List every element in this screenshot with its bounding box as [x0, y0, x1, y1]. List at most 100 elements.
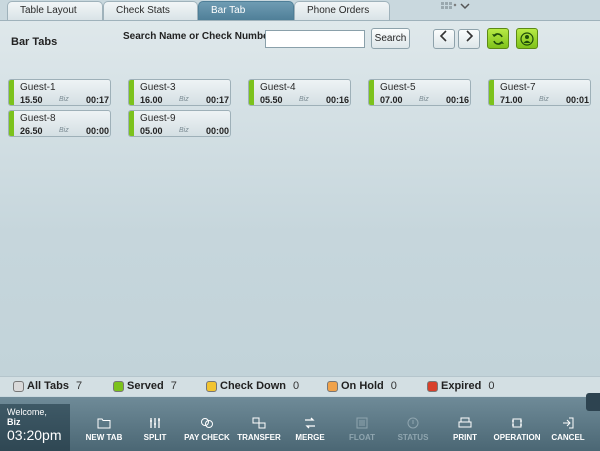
refresh-button[interactable] — [487, 28, 509, 49]
print-button[interactable]: PRINT — [437, 417, 493, 442]
legend-count: 0 — [488, 380, 495, 392]
tab-amount: 16.00 — [140, 95, 163, 105]
elapsed-time: 00:00 — [205, 126, 229, 136]
merge-button[interactable]: MERGE — [282, 417, 338, 442]
legend-count: 7 — [170, 380, 177, 392]
legend-label: Served — [127, 380, 164, 392]
legend-on-hold[interactable]: On Hold 0 — [327, 380, 397, 392]
guest-tab-card[interactable]: Guest-7 71.00 Biz 00:01 — [488, 79, 591, 106]
tab-check-stats[interactable]: Check Stats — [103, 1, 198, 20]
legend-label: Expired — [441, 380, 482, 392]
guest-tab-card[interactable]: Guest-5 07.00 Biz 00:16 — [368, 79, 471, 106]
legend-served[interactable]: Served 7 — [113, 380, 177, 392]
server-name: Biz — [59, 127, 69, 134]
button-label: PAY CHECK — [184, 433, 230, 442]
exit-icon — [563, 417, 574, 429]
welcome-panel: Welcome, Biz 03:20pm — [0, 404, 70, 451]
status-legend: All Tabs 7 Served 7 Check Down 0 On Hold… — [0, 376, 600, 396]
guest-tab-card[interactable]: Guest-4 05.50 Biz 00:16 — [248, 79, 351, 106]
legend-check-down[interactable]: Check Down 0 — [206, 380, 299, 392]
new-tab-button[interactable]: NEW TAB — [76, 417, 132, 442]
status-indicator — [369, 80, 374, 105]
legend-count: 0 — [390, 380, 397, 392]
elapsed-time: 00:17 — [85, 95, 109, 105]
server-name: Biz — [59, 96, 69, 103]
tab-bar-tab[interactable]: Bar Tab — [198, 1, 294, 20]
status-swatch — [13, 380, 24, 392]
tab-amount: 05.00 — [140, 126, 163, 136]
status-indicator — [489, 80, 494, 105]
tab-amount: 71.00 — [500, 95, 523, 105]
guest-tab-card[interactable]: Guest-1 15.50 Biz 00:17 — [8, 79, 111, 106]
next-page-button[interactable] — [458, 29, 480, 49]
elapsed-time: 00:17 — [205, 95, 229, 105]
coins-icon — [201, 418, 213, 428]
legend-expired[interactable]: Expired 0 — [427, 380, 494, 392]
status-indicator — [129, 80, 134, 105]
split-button[interactable]: SPLIT — [127, 417, 183, 442]
refresh-icon — [492, 32, 504, 45]
operation-icon — [512, 418, 522, 428]
split-icon — [150, 418, 160, 428]
chevron-right-icon — [466, 30, 474, 42]
status-indicator — [9, 111, 14, 136]
status-icon — [407, 417, 419, 429]
chevron-left-icon — [439, 30, 447, 42]
elapsed-time: 00:16 — [325, 95, 349, 105]
guest-name: Guest-4 — [260, 82, 296, 93]
button-label: MERGE — [295, 433, 325, 442]
tab-amount: 15.50 — [20, 95, 43, 105]
status-swatch — [427, 380, 438, 392]
legend-label: Check Down — [220, 380, 287, 392]
legend-label: All Tabs — [27, 380, 69, 392]
bottom-toolbar: Welcome, Biz 03:20pm NEW TAB SPLIT PAY C… — [0, 397, 600, 451]
tab-table-layout[interactable]: Table Layout — [7, 1, 103, 20]
elapsed-time: 00:16 — [445, 95, 469, 105]
top-tab-bar: Table Layout Check Stats Bar Tab Phone O… — [0, 0, 600, 20]
button-label: OPERATION — [493, 433, 541, 442]
transfer-button[interactable]: TRANSFER — [231, 417, 287, 442]
legend-all-tabs[interactable]: All Tabs 7 — [13, 380, 82, 392]
server-name: Biz — [179, 96, 189, 103]
search-button[interactable]: Search — [371, 28, 410, 49]
server-name: Biz — [179, 127, 189, 134]
printer-icon — [458, 417, 472, 428]
float-button[interactable]: FLOAT — [334, 417, 390, 442]
guest-tab-card[interactable]: Guest-8 26.50 Biz 00:00 — [8, 110, 111, 137]
guest-name: Guest-5 — [380, 82, 416, 93]
legend-label: On Hold — [341, 380, 384, 392]
elapsed-time: 00:00 — [85, 126, 109, 136]
user-filter-button[interactable] — [516, 28, 538, 49]
grid-menu-icon[interactable] — [441, 1, 471, 13]
status-swatch — [113, 380, 124, 392]
search-input[interactable] — [265, 30, 365, 48]
status-indicator — [249, 80, 254, 105]
status-indicator — [129, 111, 134, 136]
tab-phone-orders[interactable]: Phone Orders — [294, 1, 390, 20]
elapsed-time: 00:01 — [565, 95, 589, 105]
folder-icon — [97, 418, 111, 429]
cancel-button[interactable]: CANCEL — [540, 417, 596, 442]
server-name: Biz — [299, 96, 309, 103]
guest-tab-card[interactable]: Guest-9 05.00 Biz 00:00 — [128, 110, 231, 137]
button-label: NEW TAB — [85, 433, 123, 442]
welcome-text: Welcome, — [7, 407, 47, 417]
guest-tab-card[interactable]: Guest-3 16.00 Biz 00:17 — [128, 79, 231, 106]
previous-page-button[interactable] — [433, 29, 455, 49]
side-drawer-handle[interactable] — [586, 393, 600, 411]
server-name: Biz — [539, 96, 549, 103]
float-icon — [356, 417, 368, 429]
page-title: Bar Tabs — [11, 36, 58, 48]
tab-amount: 07.00 — [380, 95, 403, 105]
guest-name: Guest-7 — [500, 82, 536, 93]
guest-name: Guest-1 — [20, 82, 56, 93]
tab-amount: 05.50 — [260, 95, 283, 105]
server-name: Biz — [419, 96, 429, 103]
status-button[interactable]: STATUS — [385, 417, 441, 442]
operation-button[interactable]: OPERATION — [489, 417, 545, 442]
status-swatch — [327, 380, 338, 392]
clock: 03:20pm — [7, 427, 62, 443]
guest-name: Guest-3 — [140, 82, 176, 93]
button-label: CANCEL — [551, 433, 585, 442]
pay-check-button[interactable]: PAY CHECK — [179, 417, 235, 442]
